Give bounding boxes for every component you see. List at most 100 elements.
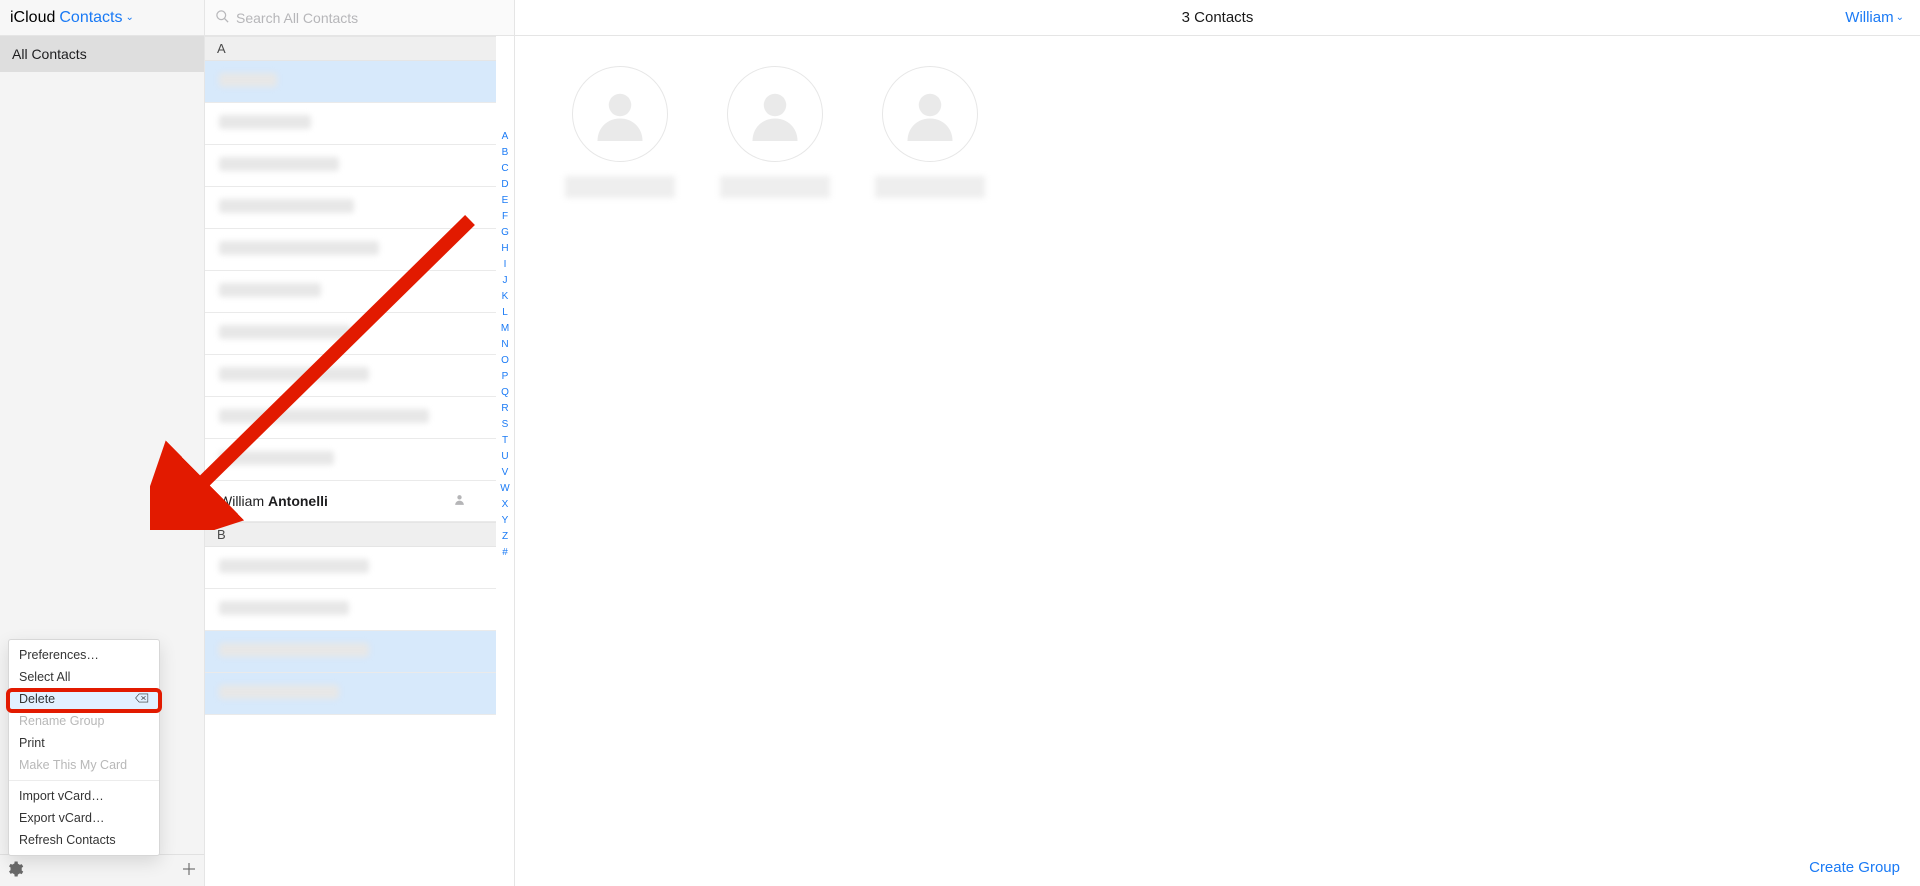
contact-row[interactable] bbox=[205, 673, 496, 715]
page-title: 3 Contacts bbox=[1182, 9, 1254, 26]
sidebar-footer bbox=[0, 854, 204, 886]
menu-item-print[interactable]: Print bbox=[9, 732, 159, 754]
contact-row[interactable] bbox=[205, 631, 496, 673]
menu-item-label: Rename Group bbox=[19, 714, 104, 728]
detail-pane: Create Group bbox=[515, 36, 1920, 886]
menu-item-import-vcard[interactable]: Import vCard… bbox=[9, 785, 159, 807]
redacted-name bbox=[219, 199, 354, 213]
contact-row[interactable] bbox=[205, 397, 496, 439]
gear-icon[interactable] bbox=[6, 860, 24, 881]
main: All Contacts Preferences…Select All Delet… bbox=[0, 36, 1920, 886]
contact-row[interactable] bbox=[205, 271, 496, 313]
alpha-index-i[interactable]: I bbox=[496, 259, 514, 270]
contact-row[interactable] bbox=[205, 145, 496, 187]
alpha-index-x[interactable]: X bbox=[496, 499, 514, 510]
redacted-name bbox=[219, 409, 429, 423]
redacted-name bbox=[219, 601, 349, 615]
contact-row[interactable] bbox=[205, 229, 496, 271]
alpha-index-v[interactable]: V bbox=[496, 467, 514, 478]
redacted-sub bbox=[745, 212, 805, 226]
alpha-index-m[interactable]: M bbox=[496, 323, 514, 334]
contact-row[interactable] bbox=[205, 187, 496, 229]
contact-row[interactable] bbox=[205, 355, 496, 397]
alpha-index-t[interactable]: T bbox=[496, 435, 514, 446]
contact-row[interactable]: William Antonelli bbox=[205, 481, 496, 522]
sidebar: All Contacts Preferences…Select All Delet… bbox=[0, 36, 205, 886]
contact-list: A William AntonelliB ABCDEFGHIJKLMNOPQRS… bbox=[205, 36, 515, 886]
menu-item-label: Delete bbox=[19, 692, 55, 706]
menu-item-label: Print bbox=[19, 736, 45, 750]
menu-item-export-vcard[interactable]: Export vCard… bbox=[9, 807, 159, 829]
alpha-index-k[interactable]: K bbox=[496, 291, 514, 302]
alpha-index-r[interactable]: R bbox=[496, 403, 514, 414]
redacted-name bbox=[720, 176, 830, 198]
redacted-name bbox=[219, 115, 311, 129]
alpha-index-z[interactable]: Z bbox=[496, 531, 514, 542]
alpha-index-c[interactable]: C bbox=[496, 163, 514, 174]
avatar bbox=[720, 66, 830, 226]
contact-row[interactable] bbox=[205, 313, 496, 355]
alpha-index-s[interactable]: S bbox=[496, 419, 514, 430]
chevron-down-icon: ⌄ bbox=[1896, 12, 1904, 23]
contact-row[interactable] bbox=[205, 61, 496, 103]
detail-header: 3 Contacts William ⌄ bbox=[515, 0, 1920, 35]
contact-list-scroll[interactable]: A William AntonelliB bbox=[205, 36, 496, 886]
contact-row[interactable] bbox=[205, 589, 496, 631]
menu-item-label: Import vCard… bbox=[19, 789, 104, 803]
alpha-index-l[interactable]: L bbox=[496, 307, 514, 318]
app-section-picker[interactable]: Contacts ⌄ bbox=[59, 9, 134, 27]
redacted-name bbox=[219, 451, 334, 465]
alpha-index-w[interactable]: W bbox=[496, 483, 514, 494]
redacted-name bbox=[219, 367, 369, 381]
redacted-name bbox=[875, 176, 985, 198]
menu-item-preferences[interactable]: Preferences… bbox=[9, 644, 159, 666]
create-group-button[interactable]: Create Group bbox=[1809, 859, 1900, 876]
alpha-index-n[interactable]: N bbox=[496, 339, 514, 350]
alpha-index-g[interactable]: G bbox=[496, 227, 514, 238]
avatar-placeholder-icon bbox=[572, 66, 668, 162]
app-brand: iCloud bbox=[10, 9, 55, 27]
alpha-index-#[interactable]: # bbox=[496, 547, 514, 558]
avatar-placeholder-icon bbox=[882, 66, 978, 162]
redacted-name bbox=[219, 685, 339, 699]
list-header bbox=[205, 0, 515, 35]
backspace-icon bbox=[135, 692, 149, 706]
plus-icon[interactable] bbox=[180, 860, 198, 881]
sidebar-header: iCloud Contacts ⌄ bbox=[0, 0, 205, 35]
alpha-index-q[interactable]: Q bbox=[496, 387, 514, 398]
gear-menu: Preferences…Select All Delete Rename Group… bbox=[8, 639, 160, 856]
me-badge-icon bbox=[453, 493, 466, 509]
alpha-index-a[interactable]: A bbox=[496, 131, 514, 142]
alpha-index-e[interactable]: E bbox=[496, 195, 514, 206]
menu-item-delete[interactable]: Delete bbox=[9, 688, 159, 710]
redacted-name bbox=[565, 176, 675, 198]
alpha-index-y[interactable]: Y bbox=[496, 515, 514, 526]
menu-item-label: Make This My Card bbox=[19, 758, 127, 772]
search-icon bbox=[215, 9, 230, 27]
account-menu[interactable]: William ⌄ bbox=[1845, 9, 1904, 26]
contact-row[interactable] bbox=[205, 439, 496, 481]
sidebar-item-all-contacts[interactable]: All Contacts bbox=[0, 36, 204, 72]
alpha-index-h[interactable]: H bbox=[496, 243, 514, 254]
contact-row[interactable] bbox=[205, 547, 496, 589]
alpha-index-b[interactable]: B bbox=[496, 147, 514, 158]
app-section-label: Contacts bbox=[59, 9, 122, 27]
search-input[interactable] bbox=[236, 10, 504, 26]
avatar bbox=[565, 66, 675, 226]
alpha-index-o[interactable]: O bbox=[496, 355, 514, 366]
alpha-index-j[interactable]: J bbox=[496, 275, 514, 286]
alpha-index-u[interactable]: U bbox=[496, 451, 514, 462]
menu-item-select-all[interactable]: Select All bbox=[9, 666, 159, 688]
chevron-down-icon: ⌄ bbox=[126, 12, 134, 23]
contact-row[interactable] bbox=[205, 103, 496, 145]
section-header: B bbox=[205, 522, 496, 547]
redacted-name bbox=[219, 73, 277, 87]
menu-item-refresh-contacts[interactable]: Refresh Contacts bbox=[9, 829, 159, 851]
menu-item-make-this-my-card: Make This My Card bbox=[9, 754, 159, 776]
redacted-name bbox=[219, 241, 379, 255]
alpha-index-d[interactable]: D bbox=[496, 179, 514, 190]
section-header: A bbox=[205, 36, 496, 61]
alpha-index-f[interactable]: F bbox=[496, 211, 514, 222]
redacted-sub bbox=[590, 212, 650, 226]
alpha-index-p[interactable]: P bbox=[496, 371, 514, 382]
